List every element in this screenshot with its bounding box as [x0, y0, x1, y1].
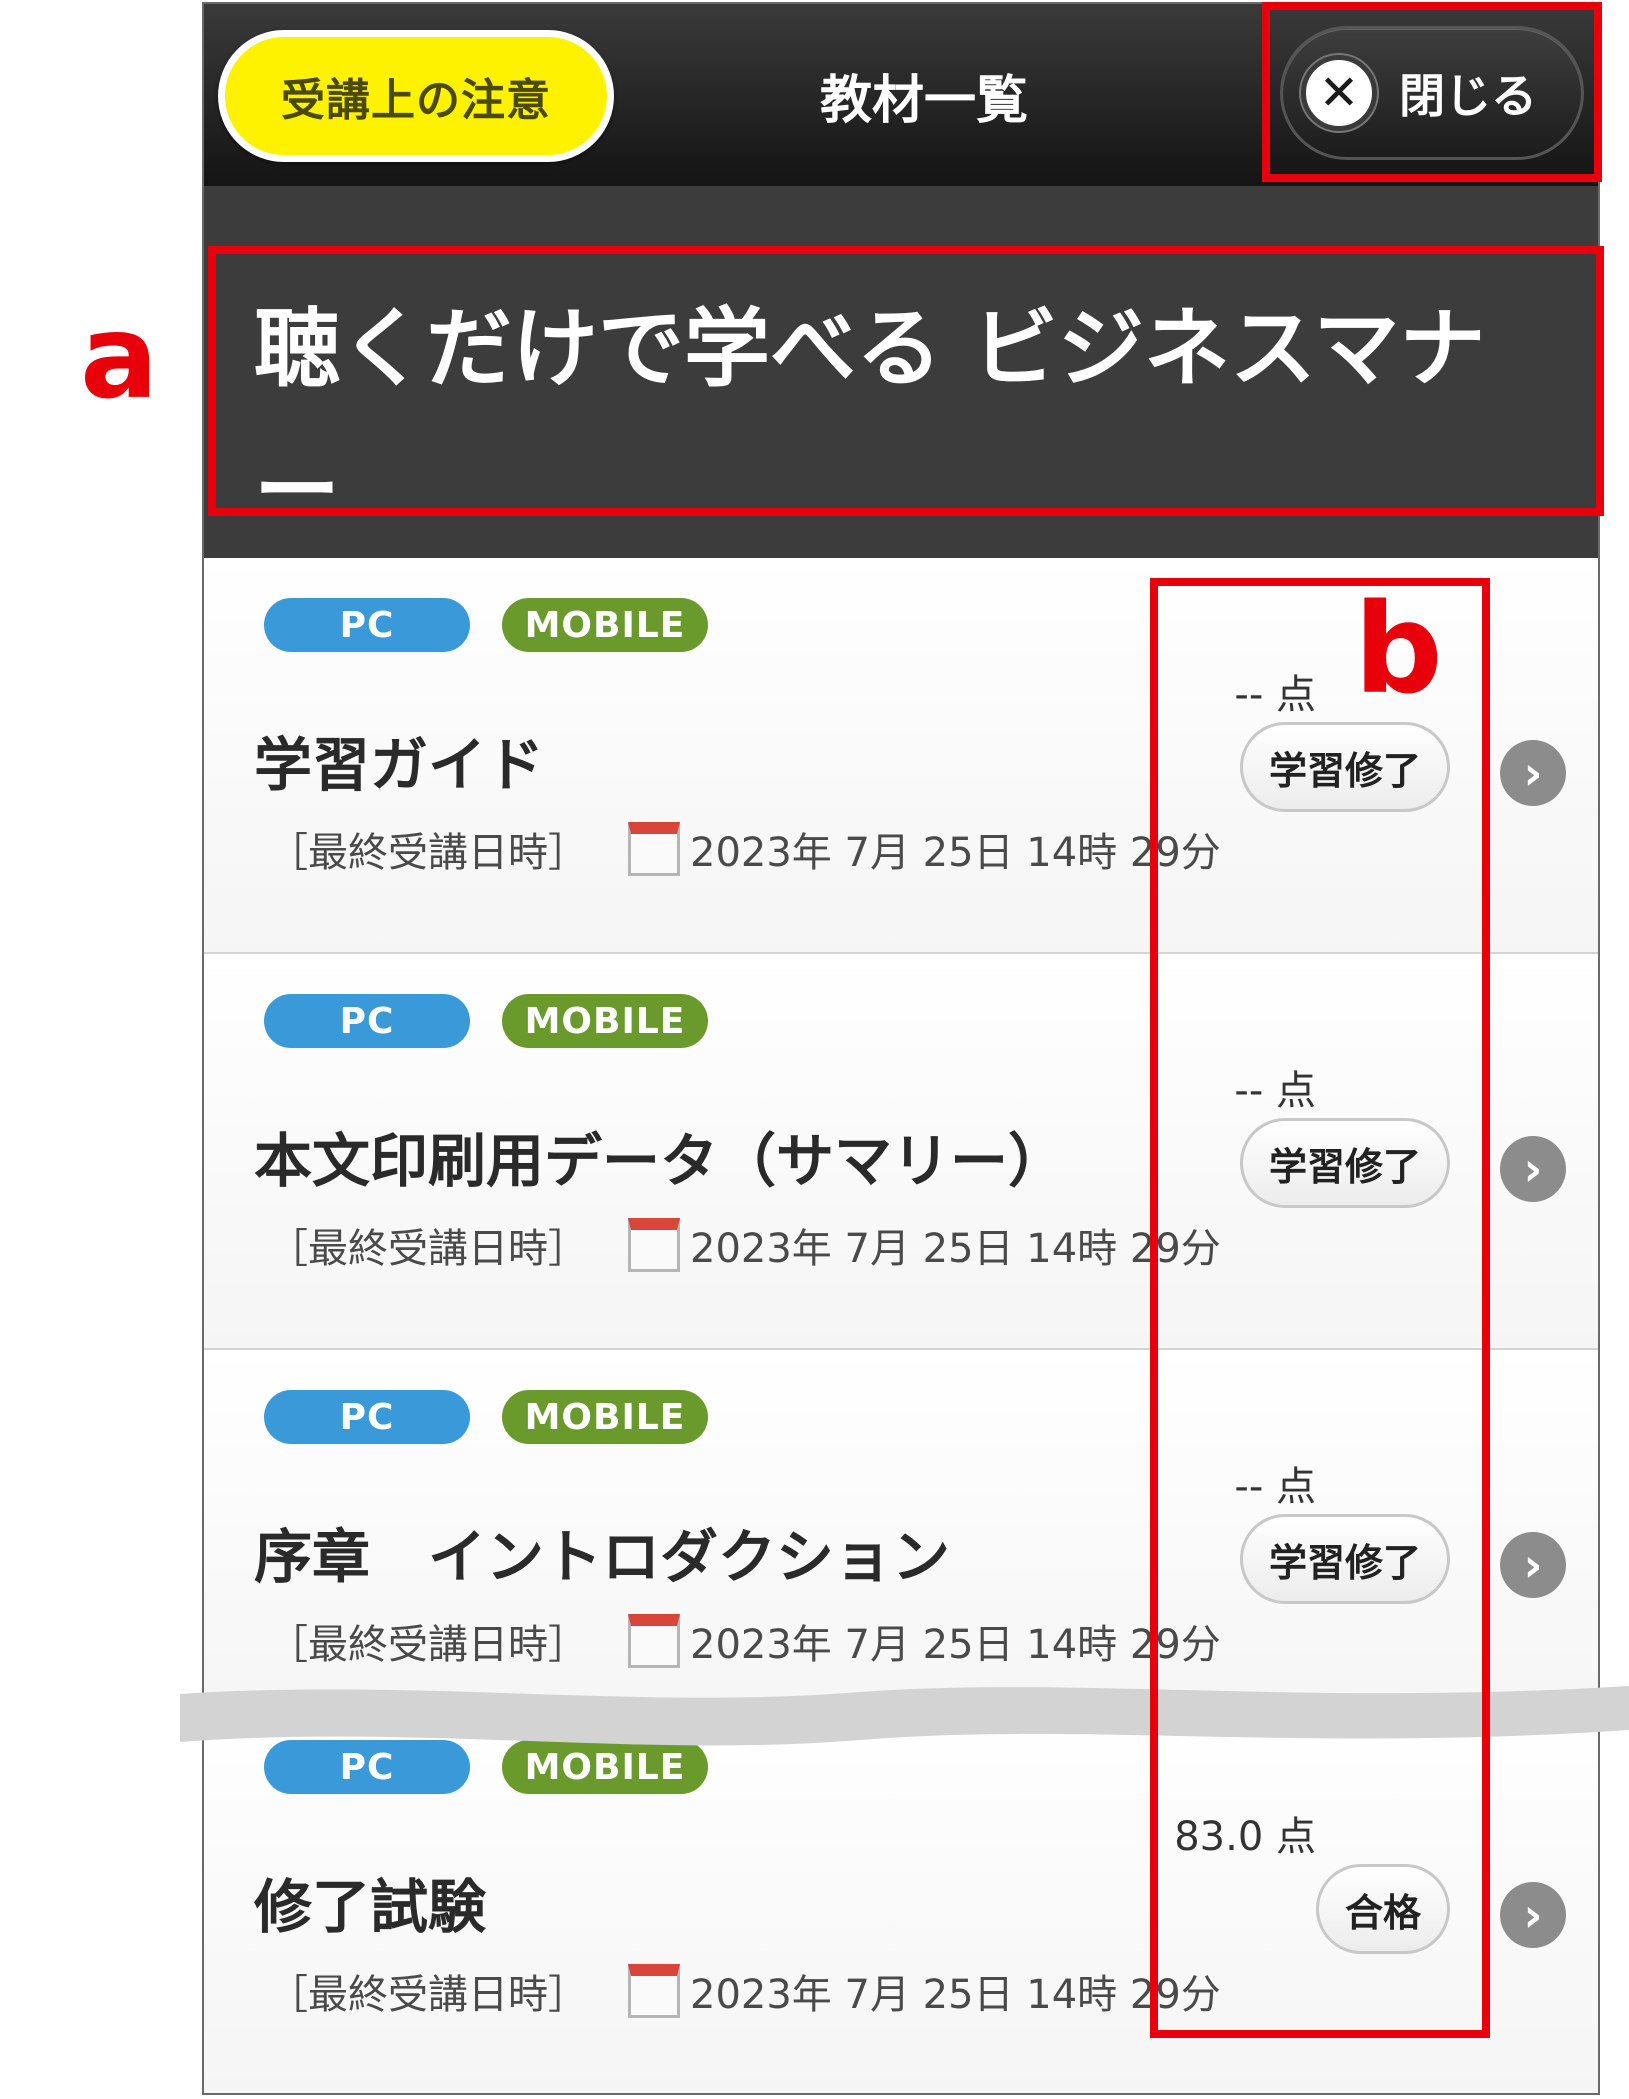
annotation-label-a: a — [80, 290, 159, 425]
mobile-badge: MOBILE — [502, 598, 708, 652]
last-access-datetime: 2023年 7月 25日 14時 29分 — [690, 1622, 1221, 1668]
last-access: ［最終受講日時］ 2023年 7月 25日 14時 29分 — [268, 1612, 1221, 1670]
calendar-icon — [628, 1964, 680, 2018]
annotation-label-b: b — [1354, 578, 1443, 722]
pc-badge: PC — [264, 1390, 470, 1444]
course-notice-button[interactable]: 受講上の注意 — [218, 30, 614, 162]
last-access: ［最終受講日時］ 2023年 7月 25日 14時 29分 — [268, 1216, 1221, 1274]
pc-badge: PC — [264, 598, 470, 652]
chevron-right-icon[interactable]: › — [1500, 1882, 1566, 1948]
last-access-label: ［最終受講日時］ — [268, 1226, 588, 1272]
last-access: ［最終受講日時］ 2023年 7月 25日 14時 29分 — [268, 820, 1221, 878]
chevron-right-icon[interactable]: › — [1500, 1532, 1566, 1598]
mobile-badge: MOBILE — [502, 1390, 708, 1444]
chevron-right-icon[interactable]: › — [1500, 1136, 1566, 1202]
last-access: ［最終受講日時］ 2023年 7月 25日 14時 29分 — [268, 1962, 1221, 2020]
chevron-right-icon[interactable]: › — [1500, 740, 1566, 806]
material-title: 修了試験 — [254, 1873, 487, 1941]
material-title: 学習ガイド — [254, 731, 545, 799]
calendar-icon — [628, 1218, 680, 1272]
screen-title: 教材一覧 — [819, 70, 1028, 131]
mobile-badge: MOBILE — [502, 994, 708, 1048]
last-access-datetime: 2023年 7月 25日 14時 29分 — [690, 830, 1221, 876]
material-title: 本文印刷用データ（サマリー） — [254, 1127, 1067, 1195]
annotation-box-status — [1150, 578, 1490, 2038]
last-access-label: ［最終受講日時］ — [268, 1622, 588, 1668]
last-access-label: ［最終受講日時］ — [268, 830, 588, 876]
last-access-datetime: 2023年 7月 25日 14時 29分 — [690, 1226, 1221, 1272]
pc-badge: PC — [264, 994, 470, 1048]
screenshot-stage: 受講上の注意 教材一覧 ✕ 閉じる 聴くだけで学べる ビジネスマナー PC MO… — [0, 0, 1629, 2099]
last-access-datetime: 2023年 7月 25日 14時 29分 — [690, 1972, 1221, 2018]
last-access-label: ［最終受講日時］ — [268, 1972, 588, 2018]
calendar-icon — [628, 822, 680, 876]
annotation-box-title — [208, 246, 1604, 516]
material-title: 序章 イントロダクション — [254, 1523, 951, 1591]
calendar-icon — [628, 1614, 680, 1668]
annotation-box-close — [1262, 2, 1602, 182]
